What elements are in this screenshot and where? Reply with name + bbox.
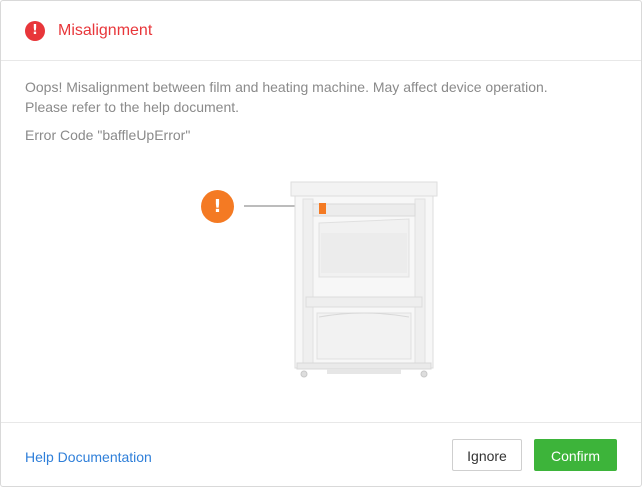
illustration: !: [1, 1, 641, 421]
confirm-button[interactable]: Confirm: [534, 439, 617, 471]
device-base-tray: [327, 369, 401, 374]
dialog-footer: Help Documentation Ignore Confirm: [1, 422, 641, 486]
device-left-rail: [302, 198, 314, 364]
device-foot-left: [300, 370, 308, 378]
device-right-rail: [414, 198, 426, 364]
baffle-plate: [312, 203, 416, 217]
device-foot-right: [420, 370, 428, 378]
middle-shelf: [305, 296, 423, 308]
lower-chamber: [316, 312, 412, 360]
device-illustration: [244, 181, 438, 378]
device-lid: [290, 181, 438, 197]
help-documentation-link[interactable]: Help Documentation: [25, 448, 152, 466]
ignore-button[interactable]: Ignore: [452, 439, 522, 471]
upper-chamber-panel: [321, 233, 407, 273]
misalignment-dialog: ! Misalignment Oops! Misalignment betwee…: [0, 0, 642, 487]
device-base: [296, 362, 432, 370]
misaligned-part: [319, 203, 326, 214]
